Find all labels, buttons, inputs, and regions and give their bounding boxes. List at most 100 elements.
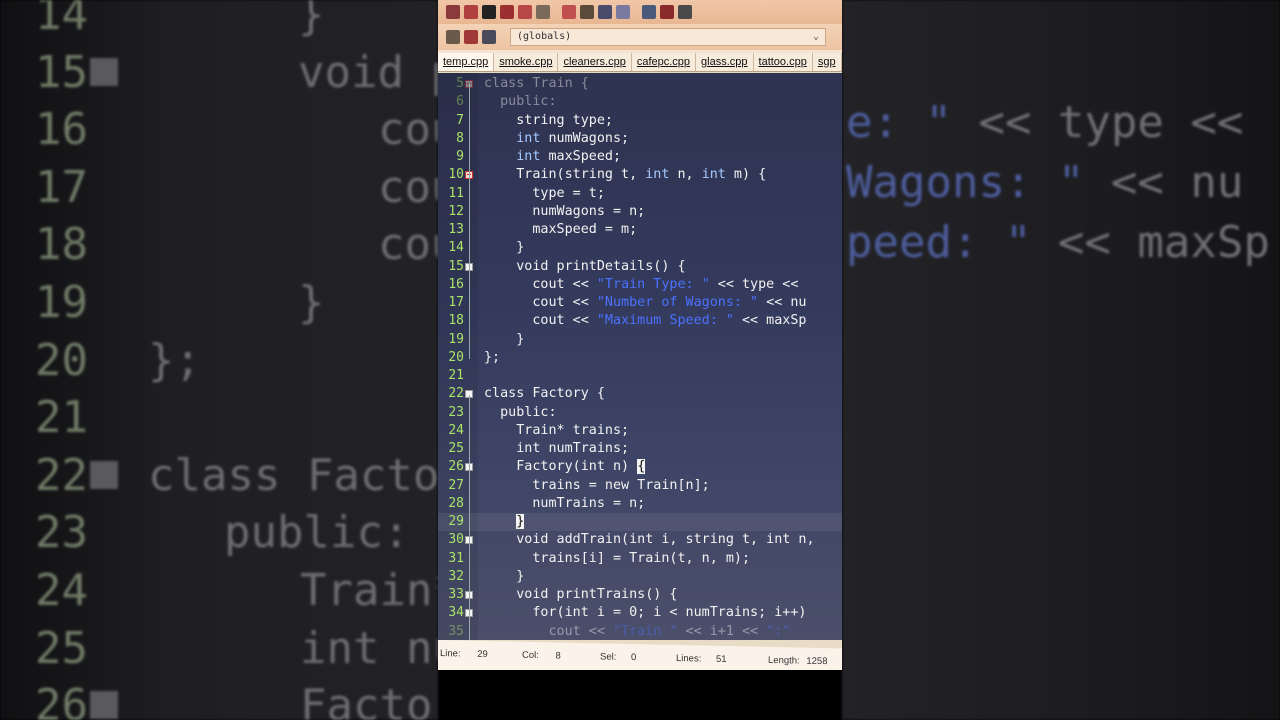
toolbar-button-icon[interactable]: [562, 5, 576, 19]
file-tabs: temp.cpp smoke.cpp cleaners.cpp cafepc.cpp g…: [438, 50, 842, 72]
code-line[interactable]: 18 cout << "Maximum Speed: " << maxSp: [438, 312, 842, 330]
code-line[interactable]: 22 class Factory {: [438, 385, 842, 403]
toolbar-button-icon[interactable]: [518, 5, 532, 19]
chevron-down-icon: ⌄: [812, 31, 819, 42]
background-code-line: 18 cou: [0, 216, 438, 274]
string-literal: "Maximum Speed: ": [596, 313, 734, 329]
code-line[interactable]: 9 int maxSpeed;: [438, 148, 842, 166]
toolbar-button-icon[interactable]: [660, 5, 674, 19]
background-code-text: };: [148, 334, 201, 386]
background-code-text: }: [298, 0, 325, 40]
outdent-icon[interactable]: [482, 30, 496, 44]
status-lines-label: Lines:: [676, 652, 702, 665]
code-line[interactable]: 15 void printDetails() {: [438, 258, 842, 276]
code-line[interactable]: 34 for(int i = 0; i < numTrains; i++): [438, 604, 842, 622]
code-line[interactable]: 6 public:: [438, 93, 842, 111]
code-line[interactable]: 12 numWagons = n;: [438, 203, 842, 221]
code-line[interactable]: 16 cout << "Train Type: " << type <<: [438, 276, 842, 294]
code-line[interactable]: 26 Factory(int n) {: [438, 458, 842, 476]
code-token: n,: [669, 167, 702, 183]
tab-tattoo-cpp[interactable]: tattoo.cpp: [753, 53, 813, 71]
status-col-label: Col:: [522, 649, 539, 662]
background-code-line: 25 int nu: [0, 620, 438, 678]
code-token: << i+1 <<: [677, 623, 767, 639]
code-text: public:: [484, 404, 556, 422]
toolbar-button-icon[interactable]: [536, 5, 550, 19]
background-code-text: cou: [378, 104, 438, 156]
code-line[interactable]: 10 Train(string t, int n, int m) {: [438, 166, 842, 184]
toolbar-button-icon[interactable]: [446, 5, 460, 19]
code-text: type = t;: [484, 185, 605, 203]
toolbar-button-icon[interactable]: [616, 5, 630, 19]
scope-dropdown[interactable]: (globals) ⌄: [510, 28, 826, 46]
line-number: 13: [448, 222, 464, 237]
code-line[interactable]: 33 void printTrains() {: [438, 586, 842, 604]
tab-sgp[interactable]: sgp: [812, 53, 842, 71]
status-sel-label: Sel:: [600, 651, 617, 663]
background-line-number: 20: [35, 334, 88, 386]
code-area[interactable]: 5 class Train {6 public: 7 string type; 8 i…: [438, 73, 842, 640]
code-line[interactable]: 5 class Train {: [438, 75, 842, 93]
status-sel: Sel: 0: [600, 651, 636, 663]
tab-cafepc-cpp[interactable]: cafepc.cpp: [631, 53, 697, 71]
code-line[interactable]: 28 numTrains = n;: [438, 495, 842, 513]
code-token: Train(string t,: [484, 167, 646, 183]
code-line[interactable]: 24 Train* trains;: [438, 422, 842, 440]
tab-glass-cpp[interactable]: glass.cpp: [696, 53, 754, 71]
toolbar-button-icon[interactable]: [464, 5, 478, 19]
code-line[interactable]: 7 string type;: [438, 112, 842, 130]
code-line[interactable]: 20};: [438, 349, 842, 367]
code-token: class Train {: [484, 76, 589, 91]
code-line[interactable]: 13 maxSpeed = m;: [438, 221, 842, 239]
bookmark-icon[interactable]: [464, 30, 478, 44]
toolbar-button-icon[interactable]: [678, 5, 692, 19]
toolbar-button-icon[interactable]: [500, 5, 514, 19]
code-line[interactable]: 23 public:: [438, 404, 842, 422]
background-code-line: 17 cou: [0, 159, 438, 217]
indent-icon[interactable]: [446, 30, 460, 44]
code-text: class Train {: [484, 75, 589, 93]
line-number: 20: [448, 349, 464, 365]
code-line[interactable]: 31 trains[i] = Train(t, n, m);: [438, 550, 842, 568]
line-number: 26: [448, 459, 464, 475]
code-token: void printDetails() {: [484, 258, 686, 274]
background-line-number: 23: [35, 507, 88, 559]
background-code-text: e: " << type <<: [846, 94, 1243, 152]
code-line[interactable]: 27 trains = new Train[n];: [438, 477, 842, 495]
line-number: 22: [448, 386, 464, 402]
toolbar-button-icon[interactable]: [642, 5, 656, 19]
code-line[interactable]: 25 int numTrains;: [438, 440, 842, 458]
code-line[interactable]: 30 void addTrain(int i, string t, int n,: [438, 531, 842, 549]
background-zoomed-code-right: e: " << type << Wagons: " << nu peed: " <<…: [842, 0, 1280, 720]
string-literal: "Train ": [613, 623, 678, 639]
tab-cleaners-cpp[interactable]: cleaners.cpp: [558, 53, 632, 71]
status-col: Col: 8: [522, 650, 561, 662]
code-token: void printTrains() {: [484, 587, 678, 602]
tab-temp-cpp[interactable]: temp.cpp: [438, 53, 495, 71]
code-line[interactable]: 19 }: [438, 331, 842, 349]
tab-smoke-cpp[interactable]: smoke.cpp: [494, 53, 559, 71]
code-line[interactable]: 11 type = t;: [438, 185, 842, 203]
code-line[interactable]: 14 }: [438, 239, 842, 257]
background-line-number: 17: [35, 161, 88, 213]
code-token: type = t;: [484, 185, 605, 201]
line-number: 15: [448, 258, 464, 274]
code-line[interactable]: 35 cout << "Train " << i+1 << ":": [438, 623, 842, 641]
background-code-text: peed: " << maxSp: [846, 214, 1270, 272]
background-code-line: 23 public:: [0, 504, 438, 562]
toolbar-button-icon[interactable]: [598, 5, 612, 19]
toolbar-button-icon[interactable]: [580, 5, 594, 19]
code-line[interactable]: 29 }: [438, 513, 842, 531]
code-line[interactable]: 8 int numWagons;: [438, 130, 842, 148]
code-line[interactable]: 32 }: [438, 568, 842, 586]
toolbar-button-icon[interactable]: [482, 5, 496, 19]
secondary-toolbar: (globals) ⌄: [438, 24, 842, 50]
line-number: 33: [448, 587, 464, 602]
code-line[interactable]: 17 cout << "Number of Wagons: " << nu: [438, 294, 842, 312]
code-text: }: [484, 239, 524, 257]
code-token: << maxSp: [733, 313, 807, 329]
code-text: }: [484, 513, 525, 531]
code-line[interactable]: 21: [438, 367, 842, 385]
code-token: trains[i] = Train(t, n, m);: [484, 550, 751, 566]
background-code-plain: << type <<: [951, 97, 1244, 148]
